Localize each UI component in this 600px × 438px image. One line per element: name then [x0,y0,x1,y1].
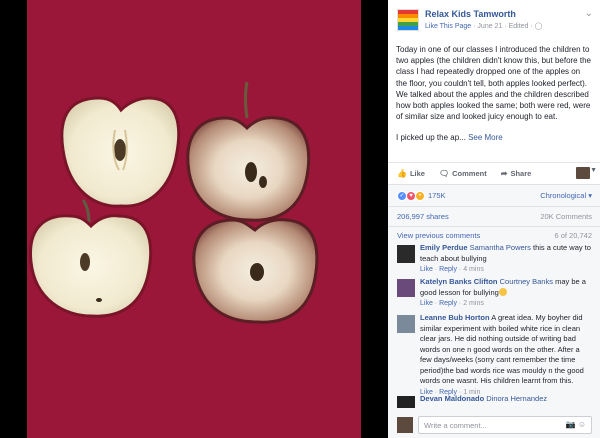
share-arrow-icon: ➦ [500,169,508,178]
reactions-count[interactable]: 175K [428,191,446,200]
comment-actions: Like · Reply · 2 mins [420,300,484,307]
comment-attachment-icons: 📷 ☺ [566,420,586,429]
comment-time[interactable]: 2 mins [463,300,484,307]
write-comment-row: Write a comment... 📷 ☺ [388,412,600,438]
smiley-icon[interactable]: ☺ [578,420,586,429]
post-header: Relax Kids Tamworth Like This Page · Jun… [388,0,600,40]
like-page-link[interactable]: Like This Page [425,23,471,30]
comment-button[interactable]: 🗨 Comment [439,169,487,178]
tagged-user[interactable]: Courtney Banks [500,277,553,286]
comment: Emily Perdue Samantha Powers this a cute… [388,243,600,277]
smile-emoji-icon [498,287,507,296]
fresh-apple-top [60,96,181,208]
post-date[interactable]: June 21 [477,23,502,30]
comment: Devan Maldonado Dinora Hernandez [388,394,600,408]
commenter-avatar[interactable] [397,279,415,297]
view-previous-row: View previous comments 6 of 20,742 [388,227,600,243]
comment: Leanne Bub Horton A great idea. My boyhe… [388,313,600,396]
comment-text: A great idea. My boyher did similar expe… [420,313,584,385]
post-body: Today in one of our classes I introduced… [388,40,600,144]
comment-like-link[interactable]: Like [420,300,433,307]
caret-down-icon[interactable]: ▼ [590,167,597,174]
shares-count[interactable]: 206,997 shares [397,212,449,221]
logo-stripe [398,26,418,30]
commenter-avatar[interactable] [397,245,415,263]
tagged-user[interactable]: Samantha Powers [470,243,531,252]
post-side-panel: Relax Kids Tamworth Like This Page · Jun… [388,0,600,438]
comment: Katelyn Banks Clifton Courtney Banks may… [388,277,600,313]
edited-label[interactable]: Edited [509,23,529,30]
share-button[interactable]: ➦ Share [501,169,532,178]
globe-icon: ◯ [534,23,543,30]
like-button[interactable]: 👍 Like [397,169,425,178]
view-previous-comments-link[interactable]: View previous comments [397,231,480,240]
comment-reply-link[interactable]: Reply [439,266,457,273]
comment-like-link[interactable]: Like [420,266,433,273]
apple-photo-image [27,0,361,438]
commenter-name[interactable]: Katelyn Banks Clifton [420,277,498,286]
page-avatar[interactable] [397,9,419,31]
post-paragraph: Today in one of our classes I introduced… [396,45,591,122]
commenter-avatar[interactable] [397,315,415,333]
post-paragraph-truncated: I picked up the ap... See More [396,133,503,143]
post-options-chevron-icon[interactable]: ⌄ [585,8,593,19]
user-avatar-icon[interactable] [576,167,590,179]
facebook-photo-viewer: Relax Kids Tamworth Like This Page · Jun… [0,0,600,438]
post-meta: Like This Page · June 21 · Edited · ◯ [425,22,543,30]
thumbs-up-icon: 👍 [397,169,407,178]
caret-down-icon: ▾ [588,191,592,200]
sad-reaction-icon: • [415,190,425,201]
commenter-avatar[interactable] [397,396,415,408]
photo-stage [0,0,388,438]
comment-bubble-icon: 🗨 [438,169,450,178]
see-more-link[interactable]: See More [468,133,503,142]
comments-position: 6 of 20,742 [554,230,592,240]
current-user-avatar [397,417,413,433]
post-actions-bar: 👍 Like 🗨 Comment ➦ Share ▼ [388,162,600,184]
commenter-name[interactable]: Devan Maldonado [420,394,484,403]
comment-actions: Like · Reply · 4 mins [420,266,484,273]
comment-reply-link[interactable]: Reply [439,300,457,307]
reactions-row: ✓ ♥ • 175K Chronological ▾ [388,184,600,206]
shares-row: 206,997 shares 20K Comments [388,206,600,226]
comments-section: View previous comments 6 of 20,742 Emily… [388,226,600,438]
camera-icon[interactable]: 📷 [566,420,576,429]
comment-sort-dropdown[interactable]: Chronological ▾ [540,191,592,200]
bruised-apple-bottom [192,218,319,324]
page-name[interactable]: Relax Kids Tamworth [425,9,516,19]
post-stats: ✓ ♥ • 175K Chronological ▾ 206,997 share… [388,184,600,226]
comment-time[interactable]: 4 mins [463,266,484,273]
write-comment-input[interactable]: Write a comment... 📷 ☺ [418,416,592,434]
apple-photo[interactable] [27,0,361,438]
commenter-name[interactable]: Emily Perdue [420,243,468,252]
comments-count[interactable]: 20K Comments [540,212,592,221]
commenter-name[interactable]: Leanne Bub Horton [420,313,490,322]
tagged-user[interactable]: Dinora Hernandez [486,394,547,403]
